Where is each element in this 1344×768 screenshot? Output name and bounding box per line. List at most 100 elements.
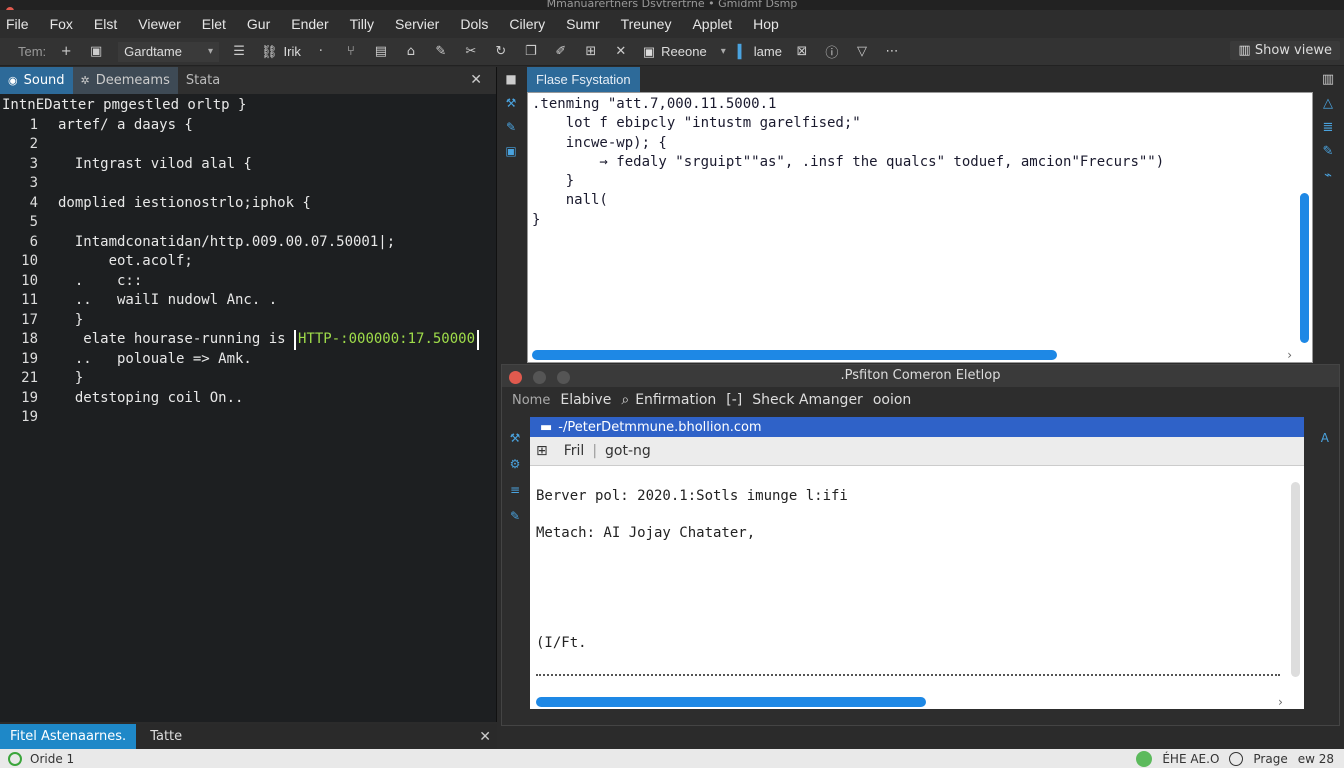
menu-hop[interactable]: Hop xyxy=(753,16,779,32)
layers-icon[interactable]: ≣ xyxy=(1316,120,1340,135)
pencil-icon[interactable]: ✎ xyxy=(1316,144,1340,159)
pen-icon[interactable]: ✎ xyxy=(433,44,449,59)
sub-item-fril[interactable]: Fril xyxy=(564,443,585,459)
menu-ooion[interactable]: ooion xyxy=(873,392,911,408)
file-icon[interactable]: ▣ xyxy=(88,44,104,59)
menu-elst[interactable]: Elst xyxy=(94,16,117,32)
url-bar[interactable]: ▬ -/PeterDetmmune.bhollion.com xyxy=(530,417,1304,437)
code-line: → fedaly "srguipt""as", .insf the qualcs… xyxy=(532,153,1165,170)
tab-tatte[interactable]: Tatte xyxy=(136,729,182,744)
status-item-encoding[interactable]: ÉHE AE.O xyxy=(1162,752,1219,766)
menu-file[interactable]: File xyxy=(6,16,29,32)
tab-stata[interactable]: Stata xyxy=(178,67,228,94)
horizontal-scrollbar[interactable] xyxy=(536,697,926,707)
menu-nome[interactable]: Nome xyxy=(512,393,550,408)
link-button[interactable]: ⛓ Irik xyxy=(261,44,301,60)
menu-dols[interactable]: Dols xyxy=(460,16,488,32)
chevron-right-icon[interactable]: › xyxy=(1277,695,1284,709)
list-icon[interactable]: ☰ xyxy=(231,44,247,59)
image-icon[interactable]: ⊠ xyxy=(794,44,810,59)
line-text: artef/ a daays { xyxy=(58,116,193,133)
horizontal-scrollbar[interactable] xyxy=(532,350,1057,360)
copy-icon[interactable]: ❐ xyxy=(523,44,539,59)
code-line: 1 artef/ a daays { xyxy=(0,116,496,136)
grid-icon[interactable]: ⊞ xyxy=(583,44,599,59)
filter-icon[interactable]: ▽ xyxy=(854,44,870,59)
code-line: lot f ebipcly "intustm garelfised;" xyxy=(532,115,861,132)
terminal-icon[interactable]: ▣ xyxy=(500,144,522,158)
link-icon[interactable]: ⌁ xyxy=(1316,168,1340,183)
project-select[interactable]: Gardtame ▾ xyxy=(118,41,220,62)
menu-elet[interactable]: Elet xyxy=(202,16,226,32)
line-text: Intgrast vilod alal { xyxy=(58,155,252,172)
scroll-thumb[interactable] xyxy=(1300,193,1309,343)
show-view-button[interactable]: ▥ Show viewe xyxy=(1230,41,1340,60)
window-title: .Psfiton Comeron Eletlop xyxy=(840,368,1001,383)
line-number: 19 xyxy=(21,409,38,425)
menu-enfirmation[interactable]: Enfirmation xyxy=(635,392,716,408)
rename-button[interactable]: ▣ Reeone ▾ xyxy=(643,44,726,60)
scroll-thumb[interactable] xyxy=(1291,482,1300,677)
menu-viewer[interactable]: Viewer xyxy=(138,16,181,32)
menu-bracket[interactable]: [-] xyxy=(726,392,742,408)
plus-icon[interactable]: + xyxy=(58,44,74,59)
wrench-icon[interactable]: ✎ xyxy=(500,120,522,134)
panel-icon[interactable]: ▥ xyxy=(1316,72,1340,87)
hammer-icon[interactable]: ⚒ xyxy=(506,431,524,445)
warning-icon[interactable]: △ xyxy=(1316,96,1340,111)
branch-icon[interactable]: ⑂ xyxy=(343,44,359,59)
list-icon[interactable]: ≡ xyxy=(506,483,524,497)
scissors-icon[interactable]: ✂ xyxy=(463,44,479,59)
font-icon[interactable]: A xyxy=(1321,431,1329,445)
menu-tilly[interactable]: Tilly xyxy=(350,16,374,32)
term-label: Tem: xyxy=(18,44,47,59)
sub-item-got-ng[interactable]: got-ng xyxy=(605,443,651,459)
status-left: Oride 1 xyxy=(0,751,74,766)
tab-fitel[interactable]: Fitel Astenaarnes. xyxy=(0,724,137,749)
menu-applet[interactable]: Applet xyxy=(692,16,732,32)
sound-icon: ◉ xyxy=(8,74,18,87)
line-number: 5 xyxy=(29,214,38,230)
menu-treuney[interactable]: Treuney xyxy=(621,16,672,32)
chevron-right-icon[interactable]: › xyxy=(1287,348,1292,362)
right-sidebar: ▥ △ ≣ ✎ ⌁ xyxy=(1316,72,1340,192)
grid-icon[interactable]: ⊞ xyxy=(536,443,548,459)
vertical-scrollbar[interactable] xyxy=(1300,99,1309,344)
lame-button[interactable]: ▍ lame xyxy=(738,44,782,60)
content-view[interactable]: Berver pol: 2020.1:Sotls imunge l:ifi Me… xyxy=(530,465,1304,709)
vertical-scrollbar[interactable] xyxy=(1291,472,1300,697)
tab-sound[interactable]: ◉ Sound xyxy=(0,67,73,94)
content-line: Metach: AI Jojay Chatater, xyxy=(536,525,756,541)
menu-sumr[interactable]: Sumr xyxy=(566,16,599,32)
tab-flase-fsystation[interactable]: Flase Fsystation xyxy=(527,67,640,92)
code-editor[interactable]: IntnEDatter pmgestled orltp } 1 artef/ a … xyxy=(0,94,496,428)
tool-icon[interactable]: ⚙ xyxy=(506,457,524,471)
refresh-icon[interactable]: ↻ xyxy=(493,44,509,59)
menu-ender[interactable]: Ender xyxy=(291,16,328,32)
close-icon[interactable]: ✕ xyxy=(613,44,629,59)
menu-servier[interactable]: Servier xyxy=(395,16,439,32)
stack-icon[interactable]: ▤ xyxy=(373,44,389,59)
wrench-icon[interactable]: ✎ xyxy=(506,509,524,523)
menu-sheck-amanger[interactable]: Sheck Amanger xyxy=(752,392,863,408)
edit-icon[interactable]: ✐ xyxy=(553,44,569,59)
hammer-icon[interactable]: ⚒ xyxy=(500,96,522,110)
square-icon[interactable]: ■ xyxy=(500,72,522,86)
close-icon[interactable]: ✕ xyxy=(470,72,482,88)
close-icon[interactable]: ✕ xyxy=(479,729,491,745)
content-line: (I/Ft. xyxy=(536,635,587,651)
tab-deemeams[interactable]: ✲ Deemeams xyxy=(72,67,178,94)
search-icon[interactable]: ⌕ xyxy=(621,392,629,408)
menu-elabive[interactable]: Elabive xyxy=(560,392,611,408)
menu-fox[interactable]: Fox xyxy=(50,16,73,32)
right-top-editor[interactable]: .tenming "att.7,000.11.5000.1 lot f ebip… xyxy=(527,92,1313,363)
url-text: -/PeterDetmmune.bhollion.com xyxy=(558,419,762,435)
info-icon[interactable]: ⓘ xyxy=(824,42,840,61)
status-item-prage[interactable]: Prage xyxy=(1253,752,1287,766)
menu-cilery[interactable]: Cilery xyxy=(509,16,545,32)
menu-gur[interactable]: Gur xyxy=(247,16,270,32)
line-number: 3 xyxy=(29,155,38,172)
status-item-ew[interactable]: ew 28 xyxy=(1298,752,1334,766)
home-icon[interactable]: ⌂ xyxy=(403,44,419,59)
more-icon[interactable]: ⋯ xyxy=(884,44,900,59)
